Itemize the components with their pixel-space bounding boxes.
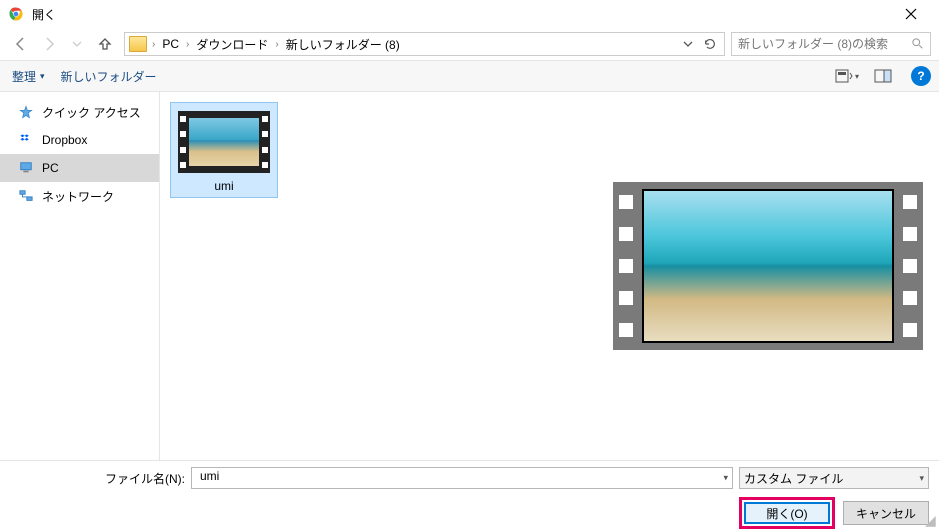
folder-icon xyxy=(129,36,147,52)
new-folder-button[interactable]: 新しいフォルダー xyxy=(57,66,161,87)
main-area: クイック アクセス Dropbox PC ネットワーク xyxy=(0,92,939,460)
breadcrumb-item[interactable]: PC xyxy=(160,37,181,51)
recent-button[interactable] xyxy=(64,31,90,57)
resize-grip-icon[interactable]: ◢ xyxy=(925,515,937,527)
caret-down-icon: ▾ xyxy=(40,71,45,82)
sidebar-item-network[interactable]: ネットワーク xyxy=(0,182,159,210)
open-button-highlight: 開く(O) xyxy=(739,497,835,529)
preview-pane xyxy=(460,92,939,460)
toolbar: 整理 ▾ 新しいフォルダー ▾ ? xyxy=(0,60,939,92)
caret-down-icon[interactable]: ▾ xyxy=(723,473,728,484)
forward-button[interactable] xyxy=(36,31,62,57)
dropbox-icon xyxy=(18,132,34,148)
sidebar-item-label: クイック アクセス xyxy=(42,104,141,121)
sidebar-item-label: ネットワーク xyxy=(42,188,114,205)
caret-down-icon: ▾ xyxy=(919,473,924,484)
star-icon xyxy=(18,104,34,120)
preview-image xyxy=(613,182,923,350)
file-item[interactable]: umi xyxy=(170,102,278,198)
item-grid[interactable]: umi xyxy=(160,92,460,460)
sidebar-item-label: Dropbox xyxy=(42,133,87,147)
close-button[interactable] xyxy=(891,2,931,26)
cancel-button-label: キャンセル xyxy=(856,505,916,522)
chevron-right-icon: › xyxy=(272,39,281,50)
up-button[interactable] xyxy=(92,31,118,57)
breadcrumb-item[interactable]: ダウンロード xyxy=(194,36,270,53)
breadcrumb-item[interactable]: 新しいフォルダー (8) xyxy=(284,36,402,53)
sidebar-item-pc[interactable]: PC xyxy=(0,154,159,182)
search-box[interactable] xyxy=(731,32,931,56)
address-dropdown-icon[interactable] xyxy=(678,34,698,54)
cancel-button[interactable]: キャンセル xyxy=(843,501,929,525)
sidebar-item-dropbox[interactable]: Dropbox xyxy=(0,126,159,154)
caret-down-icon: ▾ xyxy=(855,72,859,81)
organize-menu[interactable]: 整理 ▾ xyxy=(8,66,49,87)
video-thumbnail-icon xyxy=(178,111,270,173)
filename-combobox[interactable]: ▾ xyxy=(191,467,733,489)
help-button[interactable]: ? xyxy=(911,66,931,86)
new-folder-label: 新しいフォルダー xyxy=(61,68,157,85)
filename-input[interactable] xyxy=(198,468,712,484)
open-button[interactable]: 開く(O) xyxy=(744,502,830,524)
sidebar: クイック アクセス Dropbox PC ネットワーク xyxy=(0,92,160,460)
sidebar-item-quick-access[interactable]: クイック アクセス xyxy=(0,98,159,126)
back-button[interactable] xyxy=(8,31,34,57)
refresh-button[interactable] xyxy=(700,34,720,54)
filetype-label: カスタム ファイル xyxy=(744,470,843,487)
title-bar: 開く xyxy=(0,0,939,28)
filetype-select[interactable]: カスタム ファイル ▾ xyxy=(739,467,929,489)
preview-pane-button[interactable] xyxy=(869,65,897,87)
filename-label: ファイル名(N): xyxy=(105,470,185,487)
open-button-label: 開く(O) xyxy=(766,505,807,522)
organize-label: 整理 xyxy=(12,68,36,85)
chevron-right-icon: › xyxy=(183,39,192,50)
window-title: 開く xyxy=(32,6,56,23)
nav-row: › PC › ダウンロード › 新しいフォルダー (8) xyxy=(0,28,939,60)
chrome-icon xyxy=(8,6,24,22)
pc-icon xyxy=(18,160,34,176)
search-input[interactable] xyxy=(736,36,908,52)
address-bar[interactable]: › PC › ダウンロード › 新しいフォルダー (8) xyxy=(124,32,725,56)
view-mode-button[interactable]: ▾ xyxy=(833,65,861,87)
network-icon xyxy=(18,188,34,204)
sidebar-item-label: PC xyxy=(42,161,59,175)
search-icon xyxy=(908,37,926,52)
chevron-right-icon: › xyxy=(149,39,158,50)
footer: ファイル名(N): ▾ カスタム ファイル ▾ 開く(O) キャンセル ◢ xyxy=(0,460,939,529)
file-item-label: umi xyxy=(177,179,271,193)
content-area: umi xyxy=(160,92,939,460)
